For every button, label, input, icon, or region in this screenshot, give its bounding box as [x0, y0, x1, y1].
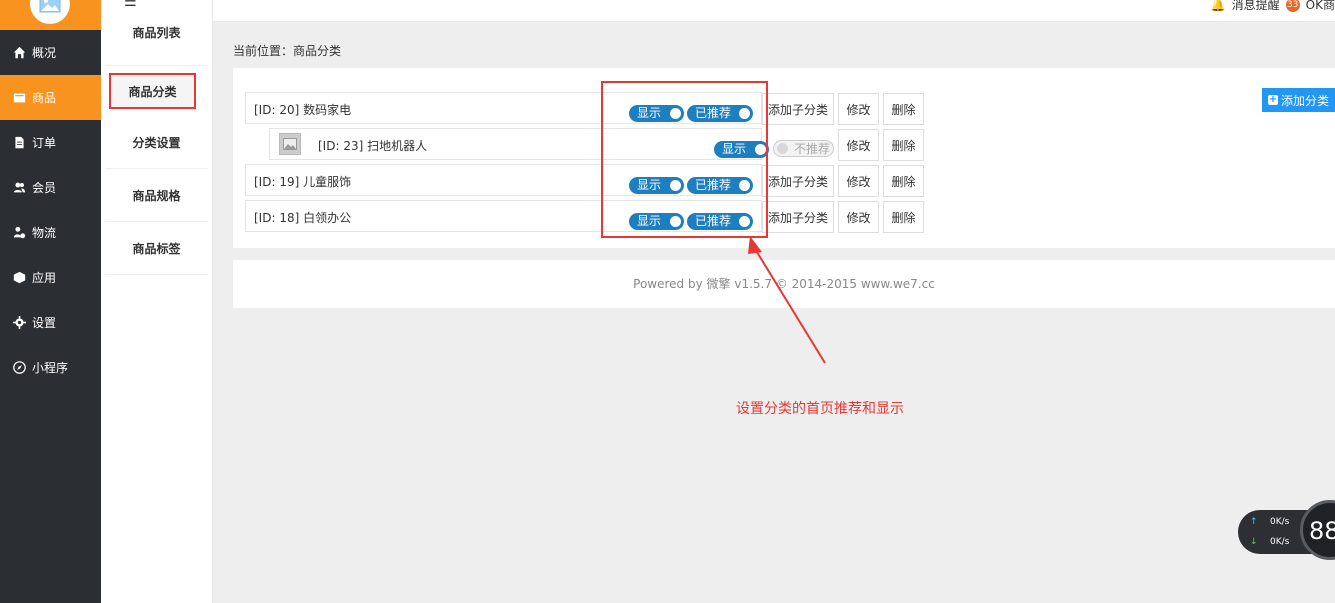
category-name: [ID: 18] 白领办公 — [254, 211, 352, 225]
nav-item-apps[interactable]: 应用 — [0, 255, 101, 300]
category-name: [ID: 23] 扫地机器人 — [318, 139, 428, 153]
user-name[interactable]: OK商 — [1306, 0, 1335, 13]
goods-submenu: 商品列表 商品分类 分类设置 商品规格 商品标签 — [101, 0, 213, 603]
nav-item-label: 小程序 — [32, 361, 69, 375]
truck-icon — [12, 226, 26, 240]
delete-button[interactable]: 删除 — [883, 93, 924, 125]
users-icon — [12, 181, 26, 195]
breadcrumb: 当前位置：商品分类 — [233, 44, 342, 58]
upload-speed: 0K/s — [1270, 517, 1290, 527]
nav-item-label: 会员 — [32, 181, 57, 195]
annotation-arrow — [748, 236, 826, 364]
bell-icon[interactable]: 🔔 — [1211, 0, 1226, 12]
annotation-text: 设置分类的首页推荐和显示 — [736, 401, 904, 417]
download-arrow-icon: ↓ — [1250, 537, 1258, 547]
nav-item-label: 订单 — [32, 136, 57, 150]
menu-toggle-icon[interactable]: ☰ — [124, 0, 137, 10]
submenu-item-goods-category[interactable]: 商品分类 — [109, 73, 196, 109]
edit-button[interactable]: 修改 — [838, 93, 879, 125]
submenu-item-goods-tags[interactable]: 商品标签 — [105, 222, 208, 275]
notification-badge: 33 — [1285, 0, 1300, 12]
submenu-item-category-settings[interactable]: 分类设置 — [105, 116, 208, 169]
nav-item-overview[interactable]: 概况 — [0, 30, 101, 75]
category-name: [ID: 19] 儿童服饰 — [254, 175, 352, 189]
annotation-highlight-box — [601, 81, 768, 238]
edit-button[interactable]: 修改 — [838, 129, 879, 161]
nav-item-label: 应用 — [32, 271, 57, 285]
nav-item-members[interactable]: 会员 — [0, 165, 101, 210]
notification-link[interactable]: 消息提醒 — [1232, 0, 1280, 13]
top-right-area: 🔔 消息提醒 33 OK商 — [1211, 0, 1335, 13]
toggle-knob — [777, 143, 788, 154]
recommend-toggle[interactable]: 不推荐 — [773, 140, 834, 157]
add-child-category-button[interactable]: 添加子分类 — [762, 93, 834, 125]
logo-icon[interactable] — [30, 0, 70, 24]
add-child-category-button[interactable]: 添加子分类 — [762, 165, 834, 197]
nav-item-label: 商品 — [32, 91, 57, 105]
box-icon — [12, 91, 26, 105]
add-child-category-button[interactable]: 添加子分类 — [762, 201, 834, 233]
edit-button[interactable]: 修改 — [838, 165, 879, 197]
edit-button[interactable]: 修改 — [838, 201, 879, 233]
left-sidebar: 概况 商品 订单 会员 物流 应用 设置 小程序 — [0, 0, 101, 603]
logo-area — [0, 0, 101, 30]
recommend-toggle-label: 不推荐 — [794, 142, 831, 156]
top-bar: ☰ 🔔 消息提醒 33 OK商 — [124, 0, 1335, 22]
delete-button[interactable]: 删除 — [883, 129, 924, 161]
gear-icon — [12, 316, 26, 330]
delete-button[interactable]: 删除 — [883, 201, 924, 233]
speed-gauge-value: 88 — [1309, 517, 1335, 545]
add-category-label: 添加分类 — [1280, 93, 1329, 108]
cube-icon — [12, 271, 26, 285]
home-icon — [12, 46, 26, 60]
nav-item-settings[interactable]: 设置 — [0, 300, 101, 345]
category-name: [ID: 20] 数码家电 — [254, 103, 352, 117]
nav-item-orders[interactable]: 订单 — [0, 120, 101, 165]
nav-item-goods[interactable]: 商品 — [0, 75, 101, 120]
delete-button[interactable]: 删除 — [883, 165, 924, 197]
nav-item-logistics[interactable]: 物流 — [0, 210, 101, 255]
category-thumbnail-icon — [279, 133, 301, 155]
submenu-item-goods-list[interactable]: 商品列表 — [105, 0, 208, 66]
nav-item-label: 设置 — [32, 316, 57, 330]
upload-arrow-icon: ↑ — [1250, 517, 1258, 527]
add-category-button[interactable]: + 添加分类 — [1262, 88, 1335, 112]
nav-item-label: 物流 — [32, 226, 57, 240]
document-icon — [12, 136, 26, 150]
nav-item-label: 概况 — [32, 46, 57, 60]
download-speed: 0K/s — [1270, 537, 1290, 547]
nav-item-miniprogram[interactable]: 小程序 — [0, 345, 101, 390]
compass-icon — [12, 361, 26, 375]
plus-icon: + — [1267, 94, 1278, 105]
submenu-item-goods-spec[interactable]: 商品规格 — [105, 169, 208, 222]
